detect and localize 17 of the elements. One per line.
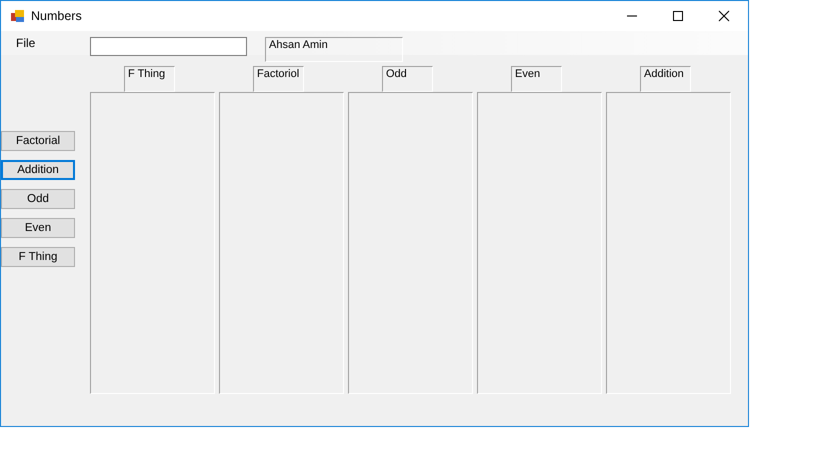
action-button[interactable]: Factorial [1, 131, 75, 151]
panel-header: F Thing [124, 66, 175, 92]
name-label: Ahsan Amin [265, 37, 403, 62]
action-button[interactable]: Addition [1, 160, 75, 180]
menu-item[interactable]: File [15, 36, 36, 50]
action-button[interactable]: Even [1, 218, 75, 238]
app-icon [10, 8, 26, 24]
window-title: Numbers [31, 9, 82, 23]
text-field[interactable] [90, 37, 247, 56]
panel-header: Odd [382, 66, 433, 92]
action-button[interactable]: Odd [1, 189, 75, 209]
panel-header: Addition [640, 66, 691, 92]
close-icon[interactable] [718, 10, 730, 22]
panel-header: Factoriol [253, 66, 304, 92]
panel-header: Even [511, 66, 562, 92]
maximize-icon[interactable] [672, 10, 684, 22]
action-button[interactable]: F Thing [1, 247, 75, 267]
